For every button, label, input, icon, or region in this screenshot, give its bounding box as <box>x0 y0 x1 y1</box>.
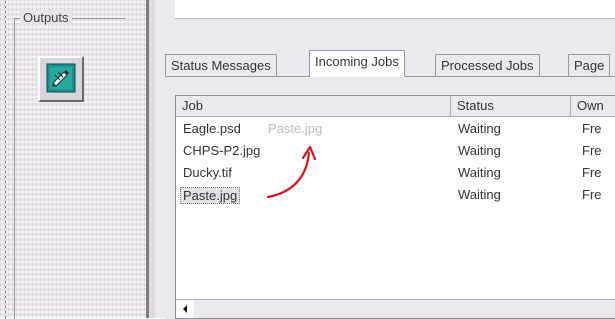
job-status: Waiting <box>458 143 501 158</box>
tab-processed-jobs[interactable]: Processed Jobs <box>435 54 540 76</box>
right-pane: Status Messages Incoming Jobs Processed … <box>155 0 615 319</box>
top-panel <box>175 0 615 19</box>
outputs-button[interactable] <box>38 56 84 102</box>
job-owner: Fre <box>582 143 602 158</box>
scroll-left-button[interactable] <box>176 300 194 318</box>
left-border <box>5 0 6 318</box>
table-row[interactable]: CHPS-P2.jpg Waiting Fre <box>176 140 615 162</box>
jobs-list[interactable]: Job Status Own Eagle.psd Paste.jpg Waiti… <box>175 95 615 319</box>
tab-status-messages[interactable]: Status Messages <box>165 54 277 76</box>
job-owner: Fre <box>582 187 602 202</box>
column-header-job[interactable]: Job <box>176 96 451 116</box>
tab-strip: Status Messages Incoming Jobs Processed … <box>165 50 615 77</box>
job-name: Ducky.tif <box>183 165 232 180</box>
job-name: CHPS-P2.jpg <box>183 143 261 158</box>
list-header: Job Status Own <box>176 96 615 117</box>
horizontal-scrollbar[interactable] <box>176 299 615 318</box>
left-pane: Outputs <box>0 0 150 319</box>
tab-incoming-jobs[interactable]: Incoming Jobs <box>309 50 405 77</box>
drag-ghost-label: Paste.jpg <box>268 121 323 136</box>
table-row[interactable]: Eagle.psd Paste.jpg Waiting Fre <box>176 118 615 140</box>
arrow-left-icon <box>181 302 189 317</box>
column-header-status[interactable]: Status <box>451 96 571 116</box>
tab-page[interactable]: Page <box>568 54 611 76</box>
job-name: Eagle.psd <box>183 121 241 136</box>
job-owner: Fre <box>582 121 602 136</box>
tab-content: Job Status Own Eagle.psd Paste.jpg Waiti… <box>165 76 615 319</box>
table-row[interactable]: Ducky.tif Waiting Fre <box>176 162 615 184</box>
job-name: Paste.jpg <box>180 187 241 204</box>
table-row[interactable]: Paste.jpg Waiting Fre <box>176 184 615 206</box>
job-owner: Fre <box>582 165 602 180</box>
job-status: Waiting <box>458 165 501 180</box>
outputs-group-label: Outputs <box>20 10 72 25</box>
printer-pen-icon <box>46 63 76 96</box>
job-status: Waiting <box>458 121 501 136</box>
job-status: Waiting <box>458 187 501 202</box>
column-header-owner[interactable]: Own <box>571 96 615 116</box>
